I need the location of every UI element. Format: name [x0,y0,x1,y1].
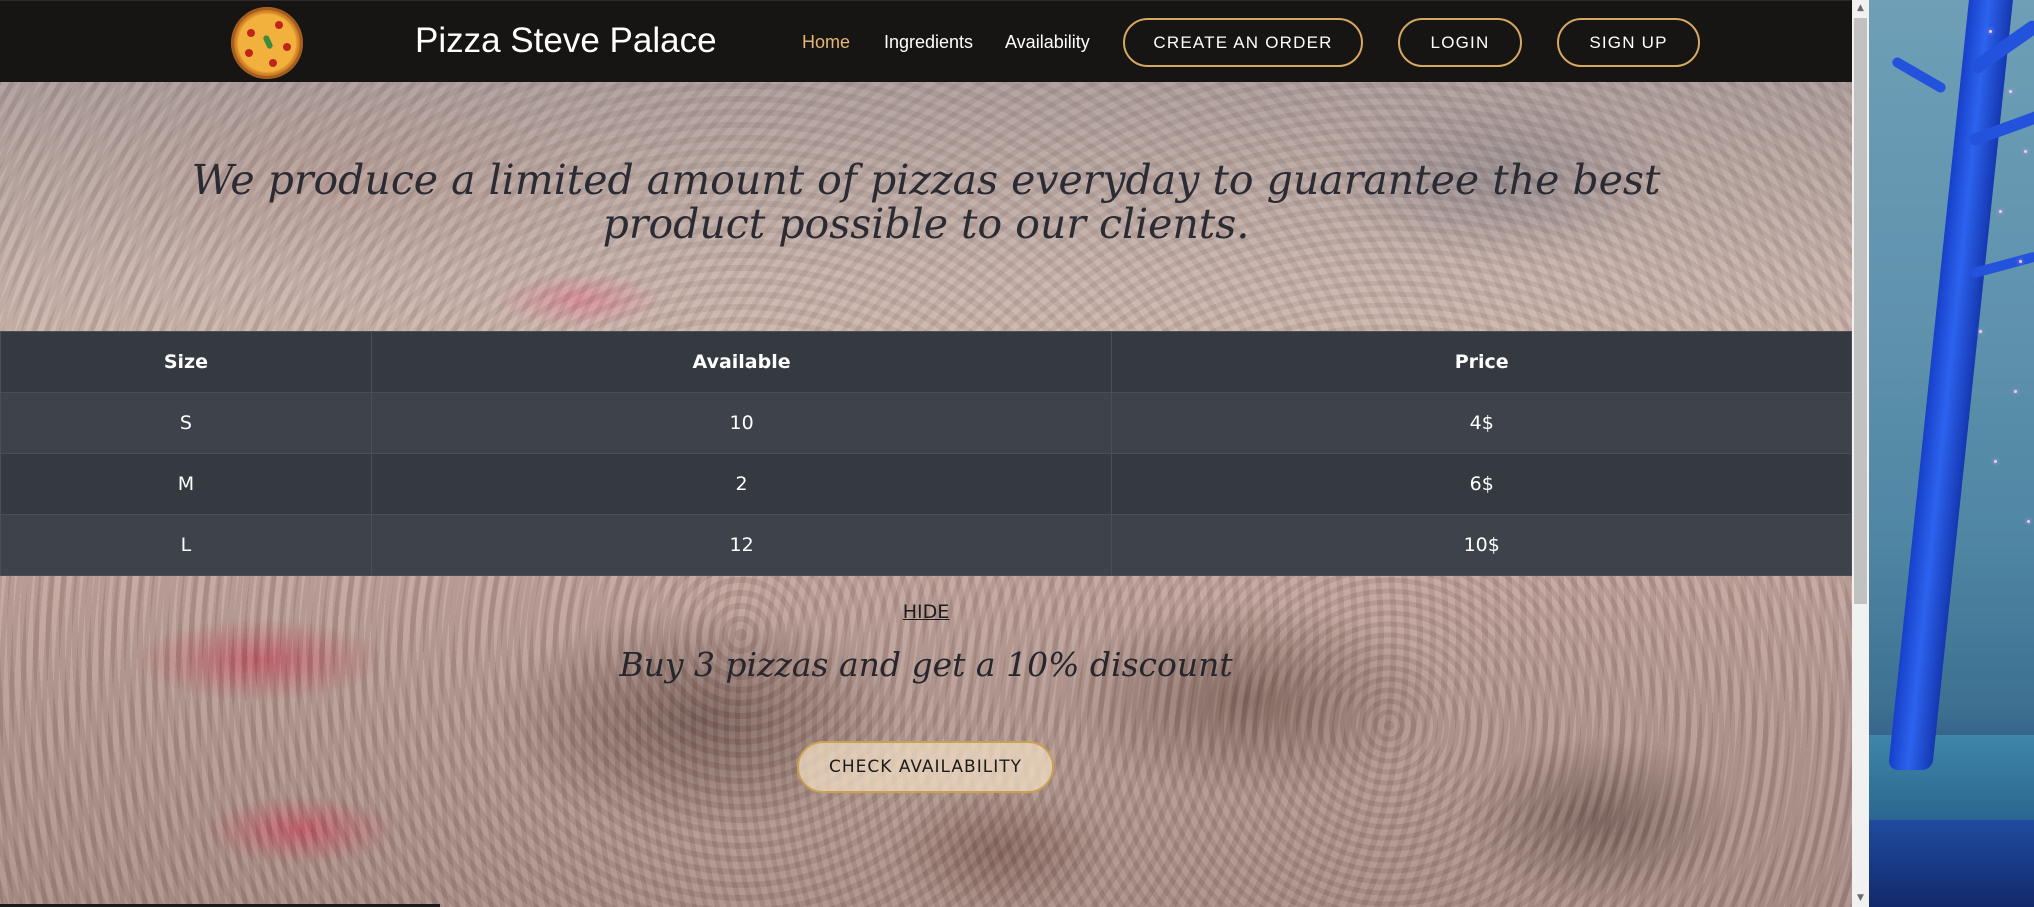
table-row: L 12 10$ [0,514,1852,576]
sparkle [1979,330,1982,333]
cell-available: 10 [370,392,1113,454]
pepperoni-dot [269,59,277,67]
table-header-row: Size Available Price [0,331,1852,393]
wallpaper-water [1869,820,2034,907]
scroll-thumb[interactable] [1854,18,1867,604]
table-row: M 2 6$ [0,453,1852,515]
cell-price: 4$ [1111,392,1852,454]
cell-price: 6$ [1111,453,1852,515]
nav-link-ingredients[interactable]: Ingredients [884,29,973,55]
discount-promo-text: Buy 3 pizzas and get a 10% discount [619,645,1233,684]
pepperoni-dot [245,49,253,57]
tree-branch [1890,55,1948,95]
login-button[interactable]: LOGIN [1398,18,1522,67]
cell-price: 10$ [1111,514,1852,576]
column-header-available: Available [370,331,1113,393]
cell-available: 12 [370,514,1113,576]
hide-link[interactable]: HIDE [903,601,950,623]
cell-size: S [0,392,372,454]
basil-leaf [262,34,274,50]
sparkle [1999,210,2002,213]
signup-button[interactable]: SIGN UP [1557,18,1700,67]
scroll-up-arrow-icon[interactable]: ▲ [1852,0,1869,17]
sparkle [2014,390,2017,393]
sparkle [2024,150,2027,153]
nav-link-availability[interactable]: Availability [1005,29,1090,55]
column-header-price: Price [1111,331,1852,393]
cell-size: M [0,453,372,515]
availability-table: Size Available Price S 10 4$ M 2 6$ L 12… [0,331,1852,576]
sparkle [1994,460,1997,463]
pepperoni-dot [247,29,255,37]
sparkle [2009,90,2012,93]
create-order-button[interactable]: CREATE AN ORDER [1123,18,1363,67]
vertical-scrollbar[interactable]: ▲ ▼ [1852,0,1869,907]
hide-link-wrapper: HIDE [0,601,1852,623]
navbar: Pizza Steve Palace Home Ingredients Avai… [0,0,1852,82]
nav-link-home[interactable]: Home [802,29,850,55]
check-availability-button[interactable]: CHECK AVAILABILITY [797,741,1054,793]
pizza-logo-icon[interactable] [231,7,303,79]
cell-available: 2 [370,453,1113,515]
sparkle [1989,30,1992,33]
table-row: S 10 4$ [0,392,1852,454]
sparkle [2027,520,2030,523]
pepperoni-dot [283,43,291,51]
browser-viewport: Pizza Steve Palace Home Ingredients Avai… [0,0,1852,907]
pepperoni-dot [275,21,283,29]
scroll-down-arrow-icon[interactable]: ▼ [1852,890,1869,907]
desktop-wallpaper [1869,0,2034,907]
site-title[interactable]: Pizza Steve Palace [415,21,717,61]
sparkle [2019,260,2022,263]
hero-tagline: We produce a limited amount of pizzas ev… [191,156,1661,248]
cell-size: L [0,514,372,576]
tree-trunk [1888,0,2014,770]
column-header-size: Size [0,331,372,393]
